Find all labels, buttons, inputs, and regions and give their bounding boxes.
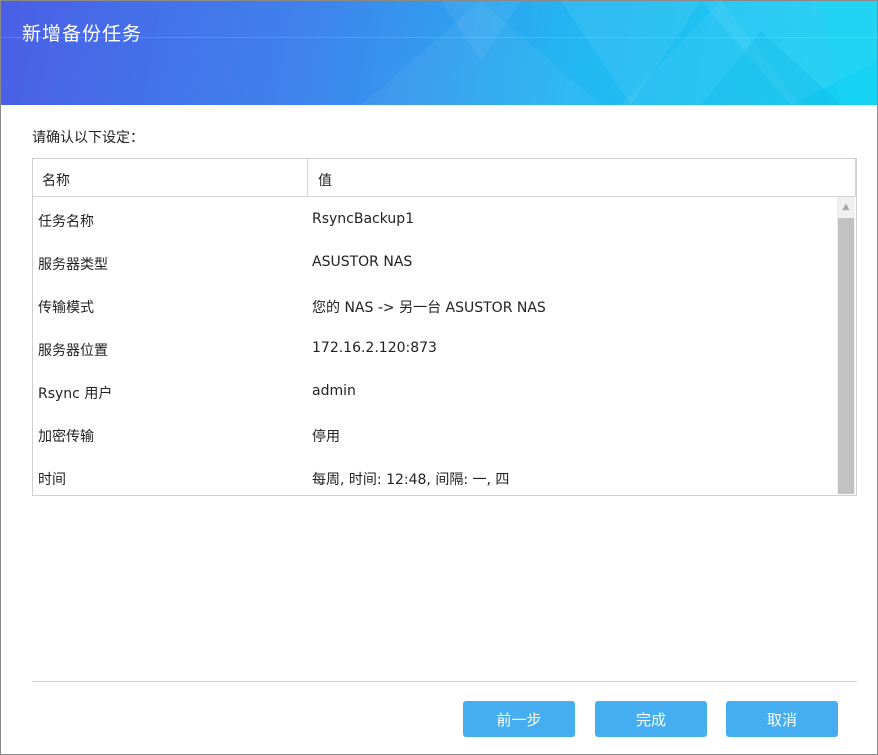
dialog-title: 新增备份任务 xyxy=(22,23,143,45)
row-value: 您的 NAS -> 另一台 ASUSTOR NAS xyxy=(312,300,546,316)
cancel-button[interactable]: 取消 xyxy=(726,701,838,737)
table-scrollbar[interactable]: ▲ xyxy=(837,197,855,494)
table-row: 传输模式 您的 NAS -> 另一台 ASUSTOR NAS xyxy=(33,283,836,326)
column-header-value[interactable]: 值 xyxy=(318,170,332,190)
row-value: admin xyxy=(312,383,356,399)
row-value: 停用 xyxy=(312,429,340,445)
table-row: 时间 每周, 时间: 12:48, 间隔: 一, 四 xyxy=(33,455,836,495)
table-row: 服务器类型 ASUSTOR NAS xyxy=(33,240,836,283)
table-row: 任务名称 RsyncBackup1 xyxy=(33,197,836,240)
row-name: 任务名称 xyxy=(38,214,94,230)
previous-button[interactable]: 前一步 xyxy=(463,701,575,737)
row-name: 服务器类型 xyxy=(38,257,108,273)
footer-divider xyxy=(32,681,857,682)
confirm-prompt: 请确认以下设定： xyxy=(32,130,144,146)
scrollbar-thumb[interactable] xyxy=(838,218,854,494)
settings-table: 名称 值 任务名称 RsyncBackup1 服务器类型 ASUSTOR NAS… xyxy=(32,158,857,496)
table-body: 任务名称 RsyncBackup1 服务器类型 ASUSTOR NAS 传输模式… xyxy=(33,197,836,495)
column-header-name[interactable]: 名称 xyxy=(42,170,70,190)
table-row: Rsync 用户 admin xyxy=(33,369,836,412)
backup-task-dialog: 新增备份任务 请确认以下设定： 名称 值 任务名称 RsyncBackup1 服… xyxy=(0,0,878,755)
row-value: 172.16.2.120:873 xyxy=(312,340,437,356)
row-name: 时间 xyxy=(38,472,66,488)
finish-button[interactable]: 完成 xyxy=(595,701,707,737)
row-name: 服务器位置 xyxy=(38,343,108,359)
column-divider xyxy=(855,159,856,196)
row-name: 传输模式 xyxy=(38,300,94,316)
row-value: ASUSTOR NAS xyxy=(312,254,413,270)
row-value: 每周, 时间: 12:48, 间隔: 一, 四 xyxy=(312,472,510,488)
table-header: 名称 值 xyxy=(33,159,856,197)
header-decoration xyxy=(1,1,877,105)
row-name: Rsync 用户 xyxy=(38,386,113,402)
table-row: 服务器位置 172.16.2.120:873 xyxy=(33,326,836,369)
row-value: RsyncBackup1 xyxy=(312,211,415,227)
row-name: 加密传输 xyxy=(38,429,94,445)
dialog-header: 新增备份任务 xyxy=(1,1,877,105)
scroll-up-icon[interactable]: ▲ xyxy=(837,197,855,217)
table-row: 加密传输 停用 xyxy=(33,412,836,455)
column-divider[interactable] xyxy=(307,159,308,196)
